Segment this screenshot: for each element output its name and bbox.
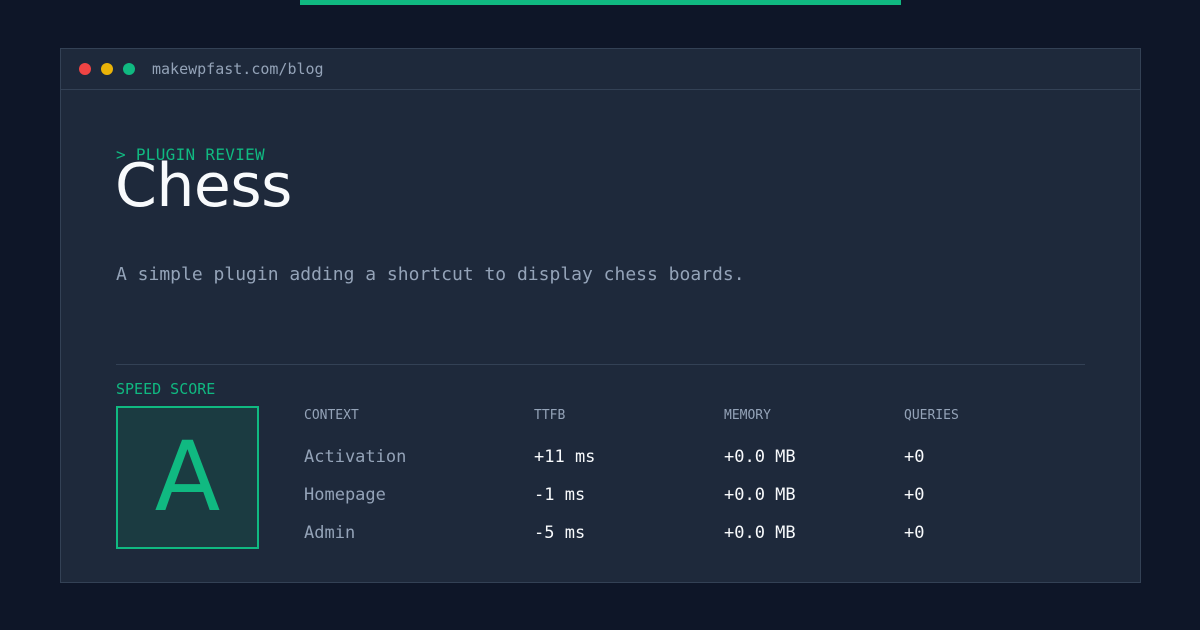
column-header-queries: QUERIES bbox=[904, 408, 959, 423]
row-activation-context: Activation bbox=[304, 447, 407, 467]
row-admin-memory: +0.0 MB bbox=[724, 523, 796, 543]
browser-window: makewpfast.com/blog > PLUGIN REVIEW Ches… bbox=[60, 48, 1141, 583]
speed-score-box: A bbox=[116, 406, 259, 549]
speed-score-grade: A bbox=[154, 421, 221, 533]
row-activation-memory: +0.0 MB bbox=[724, 447, 796, 467]
row-admin-ttfb: -5 ms bbox=[534, 523, 586, 543]
window-titlebar: makewpfast.com/blog bbox=[61, 49, 1140, 90]
maximize-window-dot-icon[interactable] bbox=[123, 63, 135, 75]
plugin-description: A simple plugin adding a shortcut to dis… bbox=[116, 264, 745, 285]
close-window-dot-icon[interactable] bbox=[79, 63, 91, 75]
row-admin-queries: +0 bbox=[904, 523, 925, 543]
row-activation-queries: +0 bbox=[904, 447, 925, 467]
column-header-memory: MEMORY bbox=[724, 408, 771, 423]
row-homepage-ttfb: -1 ms bbox=[534, 485, 586, 505]
row-homepage-queries: +0 bbox=[904, 485, 925, 505]
row-homepage-memory: +0.0 MB bbox=[724, 485, 796, 505]
column-header-ttfb: TTFB bbox=[534, 408, 566, 423]
column-header-context: CONTEXT bbox=[304, 408, 359, 423]
address-url[interactable]: makewpfast.com/blog bbox=[152, 59, 324, 79]
row-activation-ttfb: +11 ms bbox=[534, 447, 596, 467]
plugin-title: Chess bbox=[115, 151, 292, 221]
top-accent-bar bbox=[300, 0, 901, 5]
minimize-window-dot-icon[interactable] bbox=[101, 63, 113, 75]
speed-score-label: SPEED SCORE bbox=[116, 380, 216, 398]
row-homepage-context: Homepage bbox=[304, 485, 386, 505]
row-admin-context: Admin bbox=[304, 523, 356, 543]
section-divider bbox=[116, 364, 1085, 365]
